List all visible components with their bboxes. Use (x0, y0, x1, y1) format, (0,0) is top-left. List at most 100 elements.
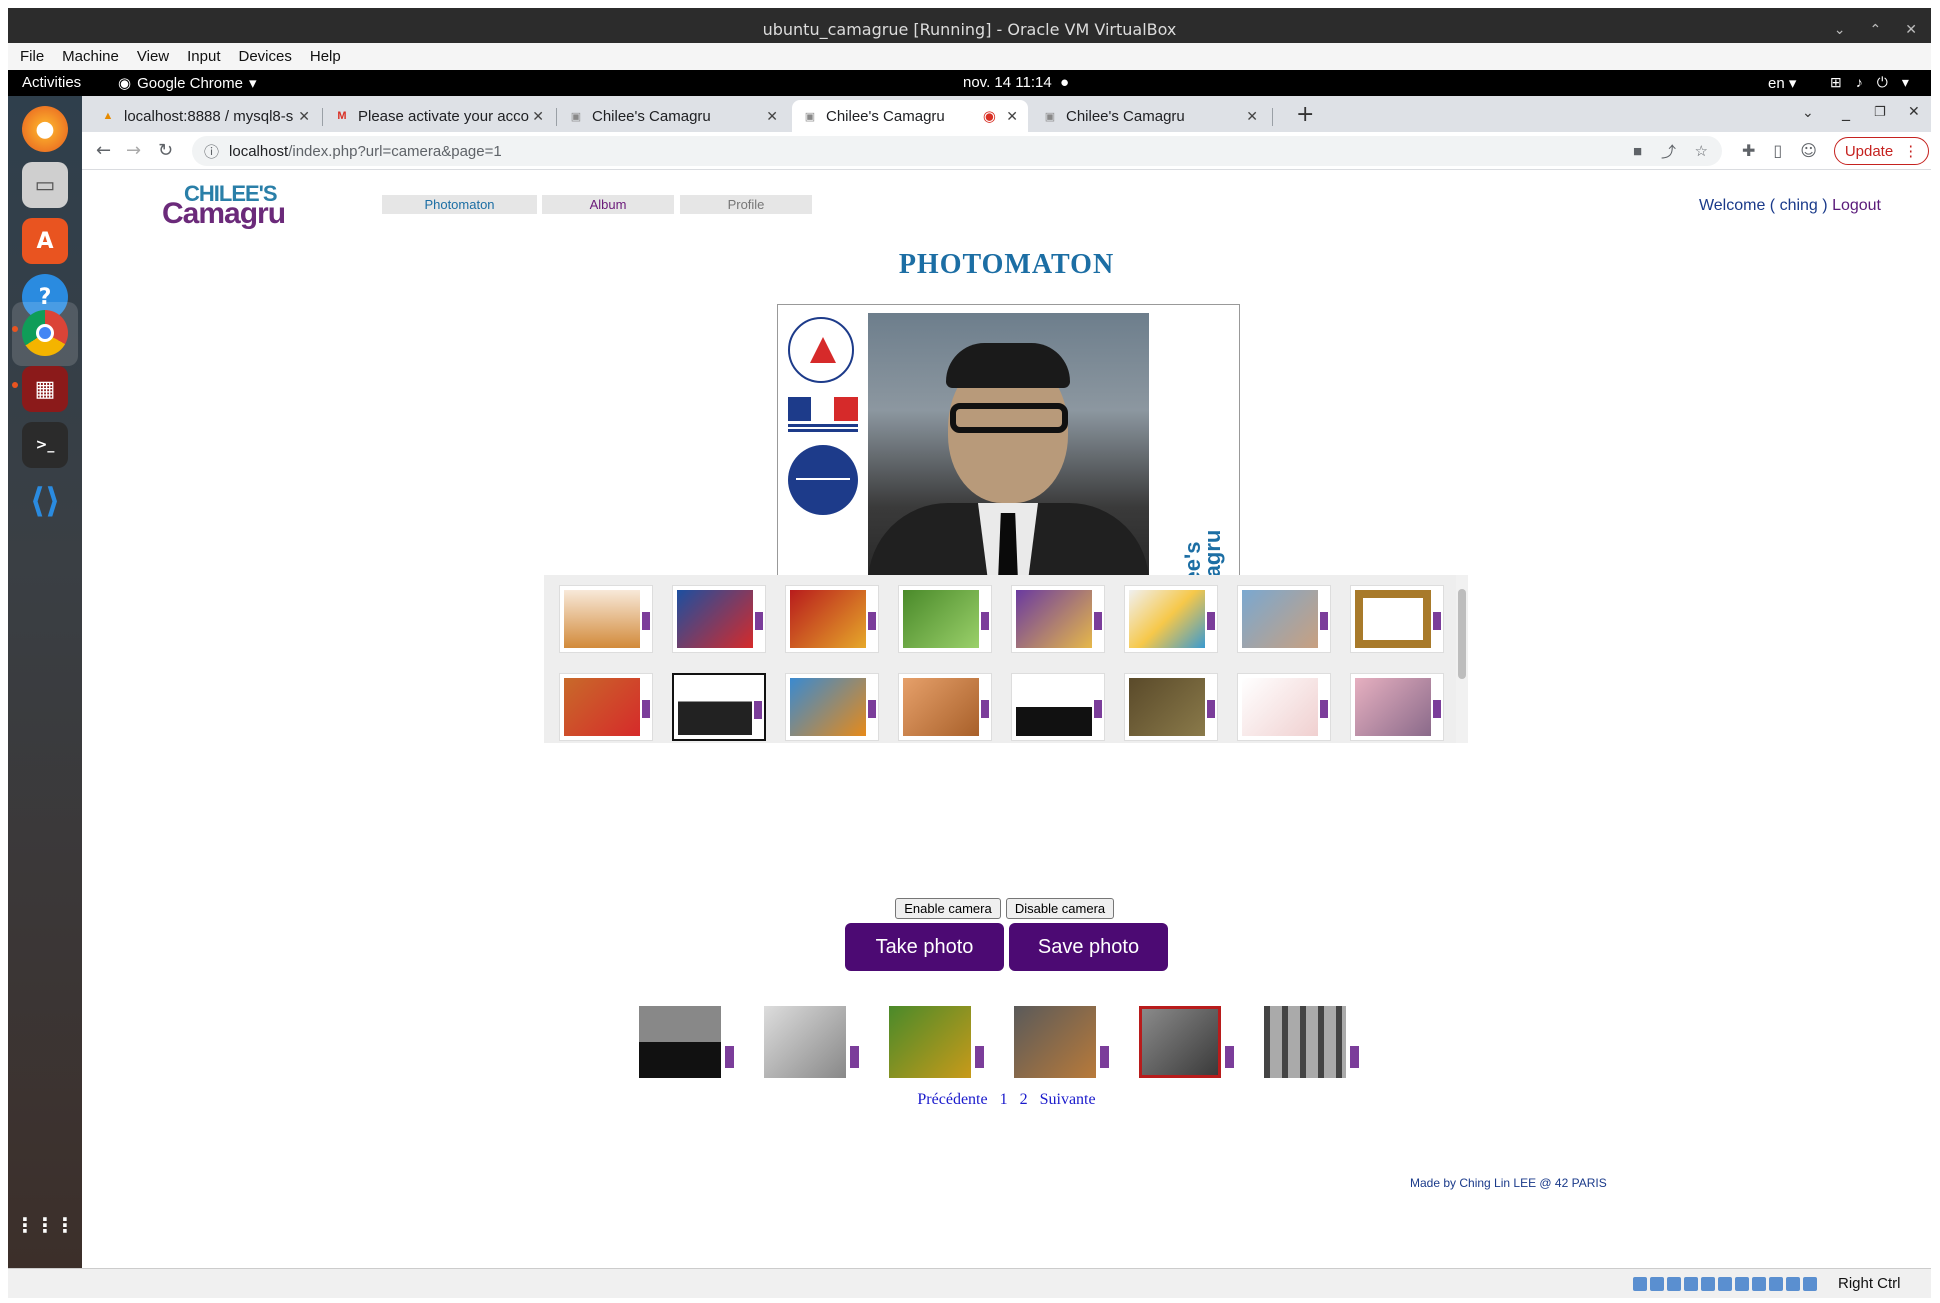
filter-paris-kiss[interactable] (1237, 673, 1331, 741)
files-icon[interactable]: ▭ (22, 162, 68, 208)
disable-camera-button[interactable]: Disable camera (1006, 898, 1114, 919)
welcome-text: Welcome ( ching ) (1698, 197, 1828, 214)
menu-devices[interactable]: Devices (239, 48, 292, 65)
terminal-icon[interactable]: >_ (22, 422, 68, 468)
pagination-page-1[interactable]: 1 (1000, 1091, 1008, 1108)
back-icon[interactable]: ← (96, 140, 111, 161)
filter-hellfest[interactable] (1011, 673, 1105, 741)
close-icon[interactable]: ✕ (1905, 22, 1917, 38)
nav-album[interactable]: Album (542, 195, 674, 214)
filter-avengers-logo[interactable] (559, 585, 653, 653)
saved-photo-tattoo[interactable] (1014, 1006, 1109, 1078)
close-icon[interactable]: ✕ (1246, 108, 1258, 125)
filter-mustache-man[interactable] (1237, 585, 1331, 653)
filter-dragon-ball[interactable] (785, 673, 879, 741)
filter-hulk[interactable] (898, 585, 992, 653)
vbox-device-icons[interactable] (1633, 1277, 1817, 1291)
filter-thanos[interactable] (1011, 585, 1105, 653)
profile-avatar-icon[interactable]: ☺ (1800, 141, 1817, 160)
menu-view[interactable]: View (137, 48, 169, 65)
cpu-icon[interactable] (1769, 1277, 1783, 1291)
activities-button[interactable]: Activities (22, 74, 81, 91)
filter-captain-america[interactable] (672, 585, 766, 653)
display-icon[interactable] (1735, 1277, 1749, 1291)
side-panel-icon[interactable]: ▯ (1773, 141, 1782, 160)
nav-profile[interactable]: Profile (680, 195, 812, 214)
close-icon[interactable]: ✕ (1006, 108, 1018, 125)
enable-camera-button[interactable]: Enable camera (895, 898, 1001, 919)
chevron-down-icon[interactable]: ⌄ (1834, 22, 1846, 38)
tab-camagru[interactable]: ▣ Chilee's Camagru ✕ (558, 100, 788, 132)
forward-icon[interactable]: → (126, 140, 141, 161)
clock[interactable]: nov. 14 11:14 ● (963, 74, 1069, 91)
tab-camagru[interactable]: ▣ Chilee's Camagru ✕ (1032, 100, 1268, 132)
tab-search-icon[interactable]: ⌄ (1802, 105, 1814, 121)
filter-gold-frame[interactable] (1350, 585, 1444, 653)
virtualbox-icon[interactable]: ▦ (22, 366, 68, 412)
url-path: /index.php?url=camera&page=1 (288, 142, 502, 160)
pagination-previous[interactable]: Précédente (917, 1091, 987, 1108)
optical-drive-icon[interactable] (1650, 1277, 1664, 1291)
pagination-page-2[interactable]: 2 (1020, 1091, 1028, 1108)
nav-photomaton[interactable]: Photomaton (382, 195, 537, 214)
filter-muscle-body[interactable] (898, 673, 992, 741)
saved-photo-prison[interactable] (1264, 1006, 1359, 1078)
close-window-icon[interactable]: ✕ (1908, 104, 1920, 120)
filter-iron-man[interactable] (785, 585, 879, 653)
language-selector[interactable]: en ▾ (1768, 74, 1796, 92)
filter-mona-lisa[interactable] (1124, 673, 1218, 741)
recording-icon[interactable] (1752, 1277, 1766, 1291)
menu-machine[interactable]: Machine (62, 48, 119, 65)
info-icon[interactable]: ⓘ (204, 141, 219, 162)
tab-phpmyadmin[interactable]: ▲ localhost:8888 / mysql8-s ✕ (90, 100, 320, 132)
extensions-icon[interactable]: ✚ (1742, 141, 1755, 160)
app-grid-icon[interactable]: ⋮⋮⋮ (15, 1202, 75, 1248)
hard-disk-icon[interactable] (1633, 1277, 1647, 1291)
app-center-icon[interactable]: A (22, 218, 68, 264)
menu-file[interactable]: File (20, 48, 44, 65)
saved-photo-hellfest[interactable] (639, 1006, 734, 1078)
system-tray[interactable]: ⊞ ♪ ⏻ ▾ (1830, 74, 1909, 91)
usb-icon[interactable] (1701, 1277, 1715, 1291)
restore-icon[interactable]: ❐ (1874, 105, 1886, 120)
reload-icon[interactable]: ↻ (158, 140, 173, 161)
saved-photo-hulk[interactable] (889, 1006, 984, 1078)
close-icon[interactable]: ✕ (766, 108, 778, 125)
saved-photo-paris[interactable] (764, 1006, 859, 1078)
network-icon[interactable] (1684, 1277, 1698, 1291)
chrome-icon[interactable] (22, 310, 68, 356)
chevron-up-icon[interactable]: ⌃ (1870, 22, 1882, 38)
minimize-icon[interactable]: _ (1842, 102, 1850, 121)
logout-link[interactable]: Logout (1832, 197, 1881, 214)
saved-photo-time-cover[interactable] (1139, 1006, 1234, 1078)
bookmark-star-icon[interactable]: ☆ (1695, 142, 1708, 160)
close-icon[interactable]: ✕ (532, 108, 544, 125)
update-button[interactable]: Update ⋮ (1834, 137, 1929, 165)
audio-icon[interactable] (1667, 1277, 1681, 1291)
menu-input[interactable]: Input (187, 48, 220, 65)
menu-help[interactable]: Help (310, 48, 341, 65)
filter-passport-suit[interactable] (672, 673, 766, 741)
take-photo-button[interactable]: Take photo (845, 923, 1004, 971)
filter-playboy[interactable] (1350, 673, 1444, 741)
filter-scrollbar[interactable] (1456, 575, 1468, 743)
filter-birthday[interactable] (1124, 585, 1218, 653)
site-logo[interactable]: CHILEE'S Camagru (162, 181, 302, 230)
app-menu[interactable]: ◉ Google Chrome ▾ (118, 74, 257, 93)
pagination-next[interactable]: Suivante (1040, 1091, 1096, 1108)
filter-chucky[interactable] (559, 673, 653, 741)
vscode-icon[interactable]: ⟨⟩ (22, 478, 68, 524)
close-icon[interactable]: ✕ (298, 108, 310, 125)
firefox-icon[interactable]: ● (22, 106, 68, 152)
tab-gmail[interactable]: M Please activate your acco ✕ (324, 100, 554, 132)
save-photo-button[interactable]: Save photo (1009, 923, 1168, 971)
camera-indicator-icon[interactable]: ■ (1633, 143, 1642, 160)
share-icon[interactable]: ⤴ (1661, 141, 1676, 162)
mouse-integration-icon[interactable] (1786, 1277, 1800, 1291)
new-tab-icon[interactable]: + (1296, 102, 1314, 127)
address-bar[interactable]: ⓘ localhost/index.php?url=camera&page=1 … (192, 136, 1722, 166)
shared-folders-icon[interactable] (1718, 1277, 1732, 1291)
scrollbar-thumb[interactable] (1458, 589, 1466, 679)
keyboard-icon[interactable] (1803, 1277, 1817, 1291)
tab-camagru-active[interactable]: ▣ Chilee's Camagru ◉ ✕ (792, 100, 1028, 132)
